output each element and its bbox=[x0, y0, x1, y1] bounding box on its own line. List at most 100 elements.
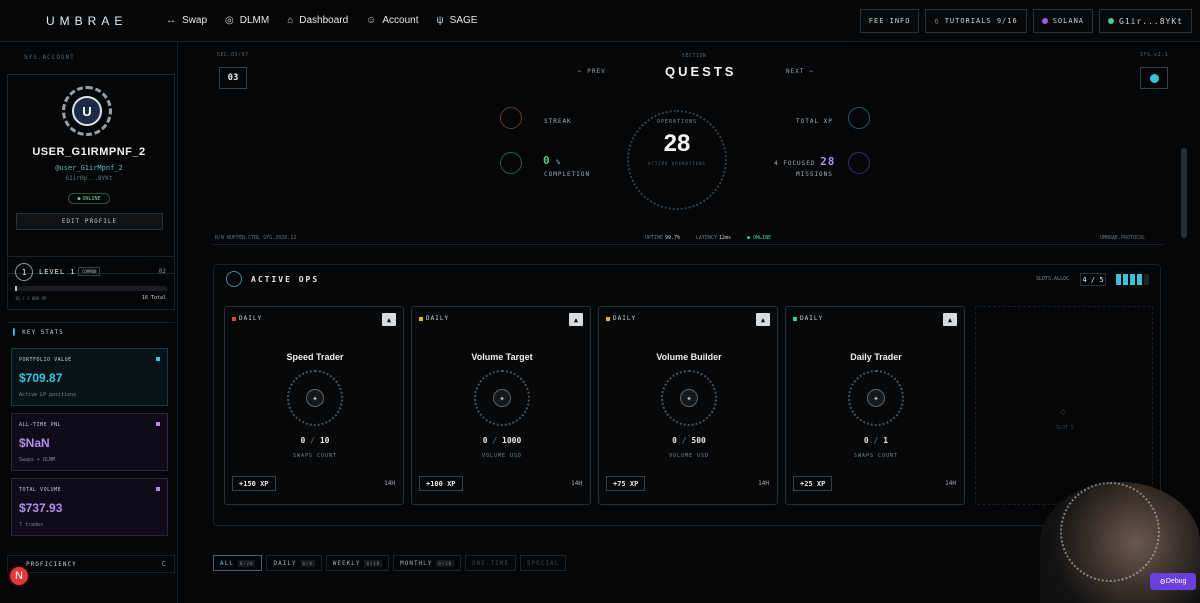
tab-label: MONTHLY bbox=[400, 559, 433, 567]
slot-bar-3 bbox=[1130, 274, 1135, 285]
tab-monthly[interactable]: MONTHLY 0/10 bbox=[393, 555, 462, 571]
frequency-marker-icon bbox=[232, 316, 236, 321]
active-ops-title: ACTIVE OPS bbox=[251, 275, 320, 284]
level-code: 02 bbox=[158, 268, 166, 275]
stat-label: ALL-TIME PNL bbox=[19, 422, 62, 428]
frequency-label: DAILY bbox=[613, 315, 637, 322]
completion-unit: % bbox=[556, 159, 560, 166]
nav-sage[interactable]: ψ SAGE bbox=[437, 15, 478, 26]
progress-target: 10 bbox=[319, 436, 330, 445]
stat-marker-icon bbox=[156, 357, 160, 361]
quest-card-volume-target[interactable]: DAILY ▲ Volume Target ◈ 0 / 1000 VOLUME … bbox=[411, 306, 591, 505]
bell-icon[interactable]: ▲ bbox=[943, 313, 957, 326]
missions-row: 4 FOCUSED 28 bbox=[774, 155, 835, 168]
operations-sub: ACTIVE OPERATIONS bbox=[648, 161, 706, 166]
next-button[interactable]: NEXT ⇒ bbox=[786, 68, 814, 75]
frequency-marker-icon bbox=[419, 316, 423, 321]
xp-progress-fill bbox=[15, 286, 18, 291]
streak-icon bbox=[500, 107, 522, 129]
tab-one-time[interactable]: ONE-TIME bbox=[465, 555, 516, 571]
key-stats-panel: ▌ KEY STATS PORTFOLIO VALUE $709.87 Acti… bbox=[7, 322, 175, 562]
username: USER_G1IRMPNF_2 bbox=[32, 146, 146, 158]
stat-card-pnl[interactable]: ALL-TIME PNL $NaN Swaps + DLMM bbox=[11, 413, 168, 471]
empty-quest-slot[interactable]: ◇ SLOT 5 bbox=[975, 306, 1153, 505]
total-xp-label: TOTAL XP bbox=[796, 118, 833, 125]
sec-code: SEC.03/07 bbox=[217, 52, 249, 58]
status-label: ONLINE bbox=[753, 235, 772, 241]
network-selector[interactable]: SOLANA bbox=[1032, 9, 1094, 33]
nav-dashboard-label: Dashboard bbox=[299, 15, 349, 26]
quest-frequency: DAILY bbox=[606, 315, 636, 322]
missions-value: 28 bbox=[820, 155, 836, 168]
proficiency-grade: C bbox=[161, 560, 166, 568]
nav-dlmm-label: DLMM bbox=[239, 15, 270, 26]
tab-all[interactable]: ALL 0/28 bbox=[213, 555, 263, 571]
tab-special[interactable]: SPECIAL bbox=[519, 555, 567, 571]
user-icon: ☺ bbox=[366, 15, 377, 26]
tutorials-label: TUTORIALS 9/16 bbox=[944, 17, 1018, 25]
edit-profile-button[interactable]: EDIT PROFILE bbox=[16, 213, 163, 230]
rarity-badge: COMMON bbox=[78, 267, 101, 276]
completion-icon bbox=[500, 152, 522, 174]
progress-current: 0 bbox=[672, 436, 677, 445]
prev-arrow-icon: ⇐ bbox=[578, 68, 588, 75]
key-stats-title: ▌ KEY STATS bbox=[13, 329, 64, 336]
active-ops-panel: ACTIVE OPS SLOTS.ALLOC 4 / 5 DAILY ▲ Spe… bbox=[213, 264, 1161, 526]
streak-label: STREAK bbox=[544, 118, 572, 125]
page-scrollbar[interactable] bbox=[1181, 148, 1187, 238]
stat-value: $NaN bbox=[19, 436, 50, 450]
diamond-icon: ◇ bbox=[1060, 407, 1067, 418]
tab-daily[interactable]: DAILY 0/8 bbox=[266, 555, 322, 571]
level-card: 1 LEVEL 1 COMMON 02 16 / 1 000 XP 16 Tot… bbox=[7, 256, 175, 310]
tab-label: ONE-TIME bbox=[472, 559, 509, 567]
prev-label: PREV bbox=[587, 68, 606, 75]
xp-icon bbox=[848, 107, 870, 129]
nav-account[interactable]: ☺ Account bbox=[366, 15, 418, 26]
tab-weekly[interactable]: WEEKLY 0/10 bbox=[325, 555, 390, 571]
xp-total: 16 Total bbox=[141, 295, 166, 301]
umbrae-logo[interactable]: UMBRAE bbox=[46, 14, 166, 28]
tab-count: 0/10 bbox=[436, 559, 455, 567]
prev-button[interactable]: ⇐ PREV bbox=[578, 68, 606, 75]
stat-card-volume[interactable]: TOTAL VOLUME $737.93 7 trades bbox=[11, 478, 168, 536]
proficiency-section[interactable]: PROFICIENCY C bbox=[7, 555, 175, 573]
quest-card-volume-builder[interactable]: DAILY ▲ Volume Builder ◈ 0 / 500 VOLUME … bbox=[598, 306, 778, 505]
nav-dashboard[interactable]: ⌂ Dashboard bbox=[287, 15, 348, 26]
quest-progress-dial: ◈ bbox=[661, 370, 717, 426]
frequency-label: DAILY bbox=[239, 315, 263, 322]
frequency-marker-icon bbox=[606, 316, 610, 321]
bell-icon[interactable]: ▲ bbox=[382, 313, 396, 326]
uptime-label: UPTIME bbox=[645, 235, 664, 241]
quest-card-daily-trader[interactable]: DAILY ▲ Daily Trader ◈ 0 / 1 SWAPS COUNT… bbox=[785, 306, 965, 505]
missions-prefix: 4 FOCUSED bbox=[774, 160, 816, 167]
stat-card-portfolio[interactable]: PORTFOLIO VALUE $709.87 Active LP positi… bbox=[11, 348, 168, 406]
wallet-button[interactable]: G1ir...8YKt bbox=[1099, 9, 1192, 33]
slot-bar-5 bbox=[1144, 274, 1149, 285]
quest-dial-core-icon: ◈ bbox=[306, 389, 324, 407]
radar-icon bbox=[226, 271, 242, 287]
xp-reward: +150 XP bbox=[232, 476, 276, 491]
missions-icon bbox=[848, 152, 870, 174]
quest-card-speed-trader[interactable]: DAILY ▲ Speed Trader ◈ 0 / 10 SWAPS COUN… bbox=[224, 306, 404, 505]
bell-icon[interactable]: ▲ bbox=[756, 313, 770, 326]
operations-dial bbox=[627, 110, 727, 210]
avatar[interactable]: U bbox=[62, 86, 112, 136]
hud-footer: R/W BUFFER:CTRL SYS.2026.12 UPTIME 99.7%… bbox=[213, 232, 1163, 244]
bell-icon[interactable]: ▲ bbox=[569, 313, 583, 326]
wallet-label: G1ir...8YKt bbox=[1119, 16, 1183, 26]
nav-swap[interactable]: ↔ Swap bbox=[166, 15, 207, 26]
frequency-label: DAILY bbox=[426, 315, 450, 322]
notification-avatar[interactable]: N bbox=[8, 565, 30, 587]
quest-progress: 0 / 1 bbox=[863, 436, 889, 445]
fee-info-button[interactable]: FEE INFO bbox=[859, 9, 920, 33]
key-button[interactable] bbox=[1140, 67, 1168, 89]
section-number: 03 bbox=[219, 67, 247, 89]
slots-bar bbox=[1116, 274, 1149, 285]
debug-button[interactable]: ⚙ Debug bbox=[1150, 573, 1196, 590]
network-label: SOLANA bbox=[1052, 17, 1085, 25]
nav-dlmm[interactable]: ◎ DLMM bbox=[225, 15, 269, 26]
tutorials-button[interactable]: ▯ TUTORIALS 9/16 bbox=[925, 9, 1027, 33]
progress-target: 1000 bbox=[502, 436, 522, 445]
stat-label: PORTFOLIO VALUE bbox=[19, 357, 72, 363]
page-title: QUESTS bbox=[665, 64, 737, 79]
